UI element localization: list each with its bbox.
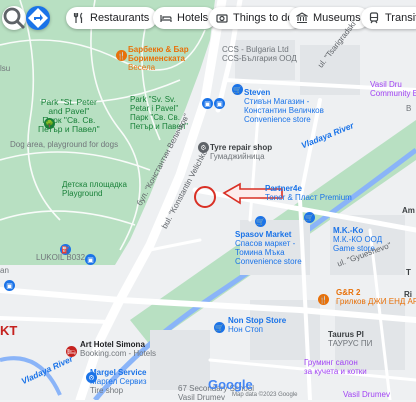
bus-stop-icon[interactable]: ▣ [85,254,96,265]
am-label: Am [402,206,415,215]
steven-label[interactable]: Steven Стивън Магазин - Константин Величко… [244,88,324,124]
search-button[interactable] [2,6,26,30]
chip-label: Restaurants [90,12,150,24]
an-label: an [0,266,9,275]
art-hotel-label[interactable]: Art Hotel Simona Booking.com - Hotels [80,340,156,358]
camera-icon [216,14,228,23]
non-stop-label[interactable]: Non Stop Store Нон Стоп [228,316,286,334]
cafe-label[interactable]: Барбекю & Бар Борименската Весела [128,45,189,72]
vasil-community-label[interactable]: Vasil DruCommunity Ed... [370,80,416,98]
chip-label: Transit [385,12,416,24]
search-icon [3,7,25,29]
partner-label[interactable]: Partner4e Тоner & Пласт Premium [265,184,352,202]
restaurant-pin-icon[interactable]: 🍴 [318,294,329,305]
google-logo: Google [208,377,253,392]
margel-label[interactable]: Margel Service Маргел Сервиз Tire shop [90,368,147,395]
b-label: B [406,104,412,113]
chip-label: Hotels [177,12,209,24]
market-pin-icon[interactable]: 🛒 [304,212,315,223]
ccs-label[interactable]: CCS - Bulgaria Ltd CCS-България ООД [222,45,297,63]
grooming-label[interactable]: Груминг салон за кучета и котки [304,358,367,376]
museum-icon [296,12,308,24]
fork-knife-icon [73,12,83,23]
spasov-label[interactable]: Spasov Market Спасов маркет - Томина Мъка C… [235,230,302,266]
restaurant-pin-icon[interactable]: 🍴 [116,50,127,61]
chip-transit[interactable]: Transit [361,7,416,29]
chip-label: Things to do [233,12,294,24]
store-pin-icon[interactable]: 🛒 [214,322,225,333]
taurus-label[interactable]: Taurus PI ТАУРУС ПИ [328,330,372,348]
hotel-pin-icon[interactable]: 🛏 [66,346,77,357]
bed-icon [160,15,172,22]
directions-button[interactable] [26,6,50,30]
bus-stop-icon[interactable]: ▣ [4,280,15,291]
bus-stop-icon[interactable]: ▣ [202,98,213,109]
lukoil-label[interactable]: LUKOIL B032 [36,253,85,262]
directions-icon [28,8,48,28]
kt-label: KT [0,323,18,338]
chip-things-to-do[interactable]: Things to do [209,7,302,29]
tram-stop-icon[interactable]: ▣ [214,98,225,109]
map-copyright[interactable]: Map data ©2023 Google [232,392,297,398]
train-icon [369,12,379,24]
tsu-label: lsu [0,64,11,73]
google-logo-text: Google [208,377,253,392]
dog-area-label[interactable]: Dog area, рlayground for dogs [10,140,118,149]
chip-hotels[interactable]: Hotels [153,7,217,29]
t-label: T [406,268,411,277]
store-pin-icon[interactable]: 🛒 [232,84,243,95]
ri-label: Ri [404,290,412,299]
tyre-label[interactable]: Tyre repair shop Гумаджийница [210,143,272,161]
chip-restaurants[interactable]: Restaurants [66,7,158,29]
vasil-drumev-label[interactable]: Vasil Drumev [343,390,390,399]
park-pin-icon[interactable]: 🌳 [44,118,55,129]
playground-label[interactable]: Детска площадка Playground [62,180,127,198]
market-pin-icon[interactable]: 🛒 [255,216,266,227]
